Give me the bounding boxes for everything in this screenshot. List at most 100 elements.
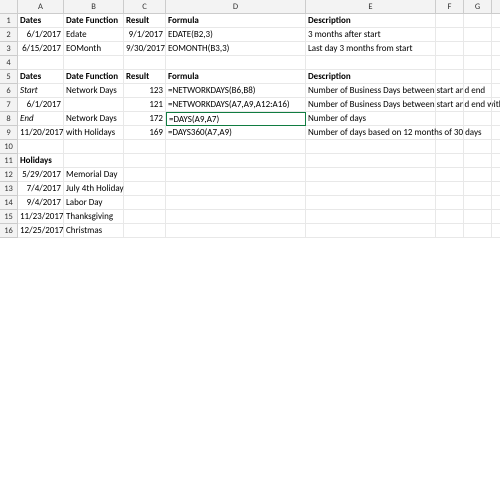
cell-E14[interactable]: [306, 196, 436, 210]
cell-E10[interactable]: [306, 140, 436, 154]
cell-H3[interactable]: [492, 42, 500, 56]
cell-A1[interactable]: Dates: [18, 14, 64, 28]
cell-H10[interactable]: [492, 140, 500, 154]
cell-C11[interactable]: [124, 154, 166, 168]
cell-D6[interactable]: =NETWORKDAYS(B6,B8): [166, 84, 306, 98]
cell-E8[interactable]: Number of days: [306, 112, 436, 126]
row-header-1[interactable]: 1: [0, 14, 18, 28]
cell-A11[interactable]: Holidays: [18, 154, 64, 168]
cell-E5[interactable]: Description: [306, 70, 436, 84]
col-header-C[interactable]: C: [124, 0, 166, 14]
cell-A13[interactable]: 7/4/2017: [18, 182, 64, 196]
row-header-12[interactable]: 12: [0, 168, 18, 182]
row-header-9[interactable]: 9: [0, 126, 18, 140]
cell-G15[interactable]: [464, 210, 492, 224]
cell-D10[interactable]: [166, 140, 306, 154]
cell-E13[interactable]: [306, 182, 436, 196]
row-header-7[interactable]: 7: [0, 98, 18, 112]
row-header-16[interactable]: 16: [0, 224, 18, 238]
cell-C2[interactable]: 9/1/2017: [124, 28, 166, 42]
cell-B1[interactable]: Date Function: [64, 14, 124, 28]
cell-E6[interactable]: Number of Business Days between start an…: [306, 84, 436, 98]
cell-D13[interactable]: [166, 182, 306, 196]
cell-E11[interactable]: [306, 154, 436, 168]
cell-B14[interactable]: Labor Day: [64, 196, 124, 210]
cell-E9[interactable]: Number of days based on 12 months of 30 …: [306, 126, 436, 140]
cell-B16[interactable]: Christmas: [64, 224, 124, 238]
cell-B12[interactable]: Memorial Day: [64, 168, 124, 182]
cell-F1[interactable]: [436, 14, 464, 28]
col-header-B[interactable]: B: [64, 0, 124, 14]
cell-G4[interactable]: [464, 56, 492, 70]
row-header-2[interactable]: 2: [0, 28, 18, 42]
cell-C8[interactable]: 172: [124, 112, 166, 126]
cell-B10[interactable]: [64, 140, 124, 154]
row-header-8[interactable]: 8: [0, 112, 18, 126]
cell-A5[interactable]: Dates: [18, 70, 64, 84]
cell-H13[interactable]: [492, 182, 500, 196]
cell-A10[interactable]: [18, 140, 64, 154]
cell-D2[interactable]: EDATE(B2,3): [166, 28, 306, 42]
cell-F9[interactable]: [436, 126, 464, 140]
cell-H2[interactable]: [492, 28, 500, 42]
cell-G2[interactable]: [464, 28, 492, 42]
row-header-11[interactable]: 11: [0, 154, 18, 168]
cell-D3[interactable]: EOMONTH(B3,3): [166, 42, 306, 56]
cell-G12[interactable]: [464, 168, 492, 182]
cell-F4[interactable]: [436, 56, 464, 70]
col-header-E[interactable]: E: [306, 0, 436, 14]
row-header-15[interactable]: 15: [0, 210, 18, 224]
col-header-H[interactable]: H: [492, 0, 500, 14]
cell-C1[interactable]: Result: [124, 14, 166, 28]
cell-F14[interactable]: [436, 196, 464, 210]
cell-G13[interactable]: [464, 182, 492, 196]
cell-H16[interactable]: [492, 224, 500, 238]
cell-F11[interactable]: [436, 154, 464, 168]
cell-H6[interactable]: [492, 84, 500, 98]
cell-A2[interactable]: 6/1/2017: [18, 28, 64, 42]
cell-D16[interactable]: [166, 224, 306, 238]
cell-A15[interactable]: 11/23/2017: [18, 210, 64, 224]
cell-G10[interactable]: [464, 140, 492, 154]
cell-G8[interactable]: [464, 112, 492, 126]
cell-G3[interactable]: [464, 42, 492, 56]
cell-B2[interactable]: Edate: [64, 28, 124, 42]
cell-E4[interactable]: [306, 56, 436, 70]
cell-E16[interactable]: [306, 224, 436, 238]
col-header-F[interactable]: F: [436, 0, 464, 14]
cell-F12[interactable]: [436, 168, 464, 182]
cell-H12[interactable]: [492, 168, 500, 182]
cell-F10[interactable]: [436, 140, 464, 154]
cell-F3[interactable]: [436, 42, 464, 56]
cell-C12[interactable]: [124, 168, 166, 182]
cell-A8[interactable]: End: [18, 112, 64, 126]
cell-B7[interactable]: [64, 98, 124, 112]
cell-A6[interactable]: Start: [18, 84, 64, 98]
cell-F13[interactable]: [436, 182, 464, 196]
cell-G6[interactable]: [464, 84, 492, 98]
cell-B6[interactable]: Network Days: [64, 84, 124, 98]
cell-B8[interactable]: Network Days: [64, 112, 124, 126]
cell-E3[interactable]: Last day 3 months from start: [306, 42, 436, 56]
cell-E1[interactable]: Description: [306, 14, 436, 28]
cell-F2[interactable]: [436, 28, 464, 42]
cell-A3[interactable]: 6/15/2017: [18, 42, 64, 56]
cell-D9[interactable]: =DAYS360(A7,A9): [166, 126, 306, 140]
cell-H7[interactable]: [492, 98, 500, 112]
cell-B5[interactable]: Date Function: [64, 70, 124, 84]
cell-C16[interactable]: [124, 224, 166, 238]
row-header-5[interactable]: 5: [0, 70, 18, 84]
cell-D14[interactable]: [166, 196, 306, 210]
cell-B13[interactable]: July 4th Holiday: [64, 182, 124, 196]
cell-C4[interactable]: [124, 56, 166, 70]
cell-C13[interactable]: [124, 182, 166, 196]
cell-H5[interactable]: [492, 70, 500, 84]
cell-G16[interactable]: [464, 224, 492, 238]
cell-G14[interactable]: [464, 196, 492, 210]
cell-H14[interactable]: [492, 196, 500, 210]
cell-H1[interactable]: [492, 14, 500, 28]
cell-A14[interactable]: 9/4/2017: [18, 196, 64, 210]
row-header-10[interactable]: 10: [0, 140, 18, 154]
cell-E2[interactable]: 3 months after start: [306, 28, 436, 42]
cell-C14[interactable]: [124, 196, 166, 210]
